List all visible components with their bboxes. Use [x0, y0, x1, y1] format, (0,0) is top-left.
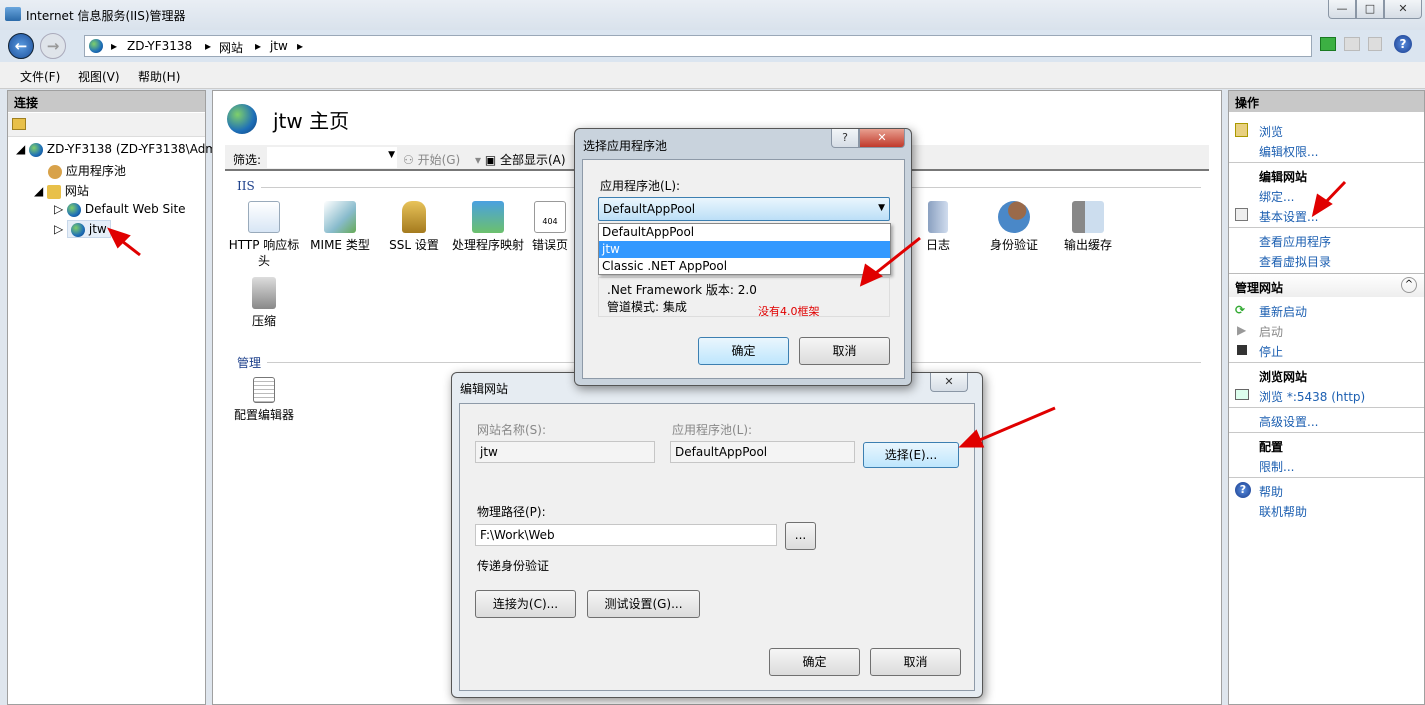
arrow-pool: [871, 236, 921, 278]
arrowhead-select: [958, 429, 985, 448]
arrow-select: [974, 406, 1056, 444]
arrowhead-pool: [859, 263, 884, 287]
annotation-arrows: [107, 180, 1347, 448]
